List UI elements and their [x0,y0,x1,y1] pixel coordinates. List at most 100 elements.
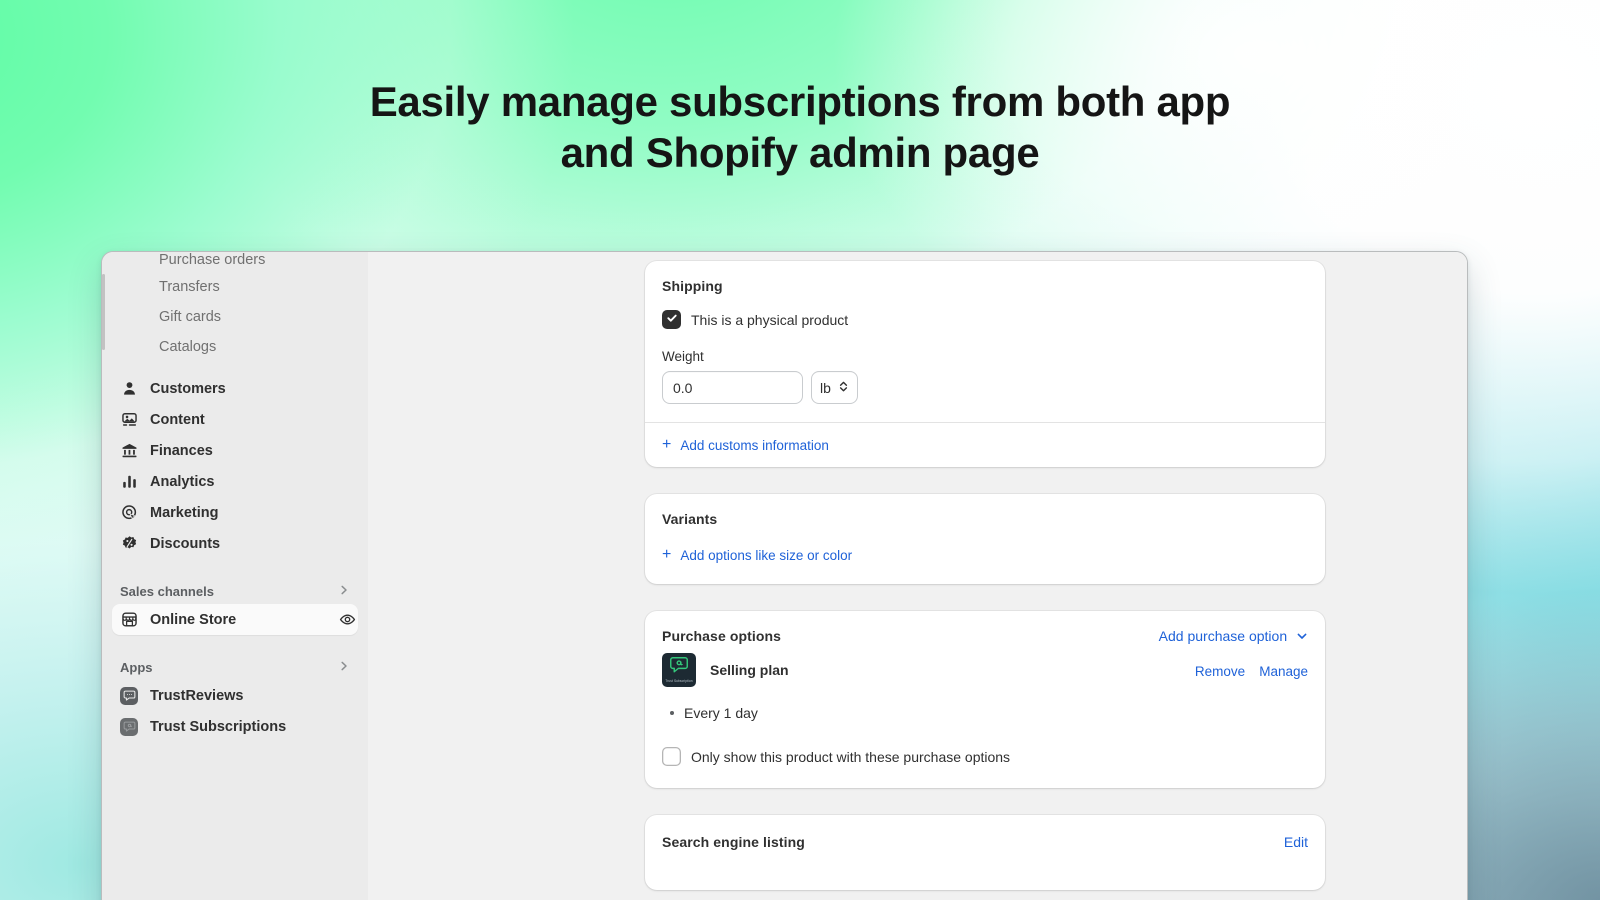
person-icon [120,380,138,398]
chevron-right-icon [338,584,350,599]
shipping-card: Shipping This is a physical product [645,261,1325,467]
headline-line-1: Easily manage subscriptions from both ap… [0,76,1600,127]
add-options-label: Add options like size or color [680,548,852,563]
storefront-icon [120,611,138,629]
selling-plan-name: Selling plan [710,662,789,678]
selling-plan-frequency-label: Every 1 day [684,705,758,721]
purchase-options-header: Purchase options Add purchase option [662,628,1308,645]
sidebar-item-label: Discounts [150,536,358,552]
image-icon [120,411,138,429]
eye-icon[interactable] [338,611,356,629]
physical-product-label: This is a physical product [691,312,848,328]
discount-tag-icon [120,535,138,553]
sidebar-item-label: Transfers [159,279,220,295]
sidebar-group-label: Apps [120,660,153,675]
sidebar-item-catalogs[interactable]: Catalogs [102,332,368,362]
weight-field-row: 0.0 lb [662,371,1308,404]
sidebar-item-label: Finances [150,443,358,459]
purchase-options-card-title: Purchase options [662,628,781,644]
weight-unit-select[interactable]: lb [811,371,858,404]
sidebar-spacer [102,362,368,373]
sidebar-item-label: TrustReviews [150,688,358,704]
sidebar-scrollbar-thumb[interactable] [102,274,105,350]
search-engine-listing-card: Search engine listing Edit [645,815,1325,890]
trust-subscription-app-icon: Trust Subscription [662,653,696,687]
bank-icon [120,442,138,460]
main-content: Shipping This is a physical product [368,252,1467,900]
seo-card-title: Search engine listing [662,834,805,850]
sidebar-item-label: Online Store [150,612,326,628]
sidebar-item-label: Trust Subscriptions [150,719,358,735]
sidebar-item-finances[interactable]: Finances [112,435,358,466]
add-purchase-option-button[interactable]: Add purchase option [1159,628,1308,645]
physical-product-row[interactable]: This is a physical product [662,310,1308,329]
screenshot-stage: Easily manage subscriptions from both ap… [0,0,1600,900]
seo-card-header: Search engine listing Edit [662,834,1308,850]
chevron-updown-icon [838,380,849,396]
chat-bubble-icon [120,687,138,705]
add-customs-information-link[interactable]: + Add customs information [662,437,829,453]
chevron-down-icon [1296,629,1308,645]
sidebar-item-label: Marketing [150,505,358,521]
selling-plan-row: Trust Subscription Selling plan Remove M… [662,653,1308,687]
sidebar-item-gift-cards[interactable]: Gift cards [102,302,368,332]
sidebar: Purchase orders Transfers Gift cards Cat… [102,252,368,900]
bar-chart-icon [120,473,138,491]
sidebar-item-label: Customers [150,381,358,397]
sidebar-item-label: Gift cards [159,309,221,325]
chat-bubble-at-icon [120,718,138,736]
add-purchase-option-label: Add purchase option [1159,628,1287,644]
sidebar-spacer [102,635,368,654]
sidebar-item-trustreviews[interactable]: TrustReviews [112,680,358,711]
sidebar-group-apps[interactable]: Apps [112,654,358,680]
variants-card-footer: + Add options like size or color [645,534,1325,584]
sidebar-item-discounts[interactable]: Discounts [112,528,358,559]
target-icon [120,504,138,522]
product-cards-column: Shipping This is a physical product [645,261,1325,900]
sidebar-item-online-store[interactable]: Online Store [112,604,358,635]
add-options-link[interactable]: + Add options like size or color [662,547,852,563]
only-show-product-checkbox[interactable] [662,747,681,766]
sidebar-item-transfers[interactable]: Transfers [102,272,368,302]
seo-edit-button[interactable]: Edit [1284,834,1308,850]
sidebar-item-label: Catalogs [159,339,216,355]
shipping-card-footer: + Add customs information [645,423,1325,467]
sidebar-item-marketing[interactable]: Marketing [112,497,358,528]
physical-product-checkbox[interactable] [662,310,681,329]
chevron-right-icon [338,660,350,675]
variants-card: Variants + Add options like size or colo… [645,494,1325,584]
sidebar-item-trust-subscriptions[interactable]: Trust Subscriptions [112,711,358,742]
add-customs-information-label: Add customs information [680,438,829,453]
plus-icon: + [662,547,671,563]
sidebar-item-label: Purchase orders [159,252,265,268]
weight-unit-value: lb [820,380,831,396]
app-icon-caption: Trust Subscription [662,679,696,683]
sidebar-item-label: Analytics [150,474,358,490]
sidebar-item-customers[interactable]: Customers [112,373,358,404]
sidebar-item-content[interactable]: Content [112,404,358,435]
selling-plan-info: Trust Subscription Selling plan [662,653,789,687]
sidebar-scrollbar[interactable] [102,252,105,900]
chat-bubble-at-icon [669,655,689,680]
sidebar-group-label: Sales channels [120,584,214,599]
page-title: Easily manage subscriptions from both ap… [0,76,1600,178]
selling-plan-actions: Remove Manage [1195,653,1308,679]
purchase-options-card: Purchase options Add purchase option [645,611,1325,788]
only-show-product-row[interactable]: Only show this product with these purcha… [662,747,1308,766]
headline-line-2: and Shopify admin page [0,127,1600,178]
sidebar-item-purchase-orders[interactable]: Purchase orders [102,252,368,272]
variants-card-title: Variants [662,511,1308,527]
shipping-card-title: Shipping [662,278,1308,294]
sidebar-item-label: Content [150,412,358,428]
only-show-product-label: Only show this product with these purcha… [691,749,1010,765]
bullet-icon [670,711,674,715]
weight-input[interactable]: 0.0 [662,371,803,404]
checkmark-icon [666,311,678,329]
sidebar-spacer [102,559,368,578]
sidebar-item-analytics[interactable]: Analytics [112,466,358,497]
weight-label: Weight [662,349,1308,364]
remove-button[interactable]: Remove [1195,664,1245,679]
manage-button[interactable]: Manage [1259,664,1308,679]
plus-icon: + [662,437,671,453]
sidebar-group-sales-channels[interactable]: Sales channels [112,578,358,604]
